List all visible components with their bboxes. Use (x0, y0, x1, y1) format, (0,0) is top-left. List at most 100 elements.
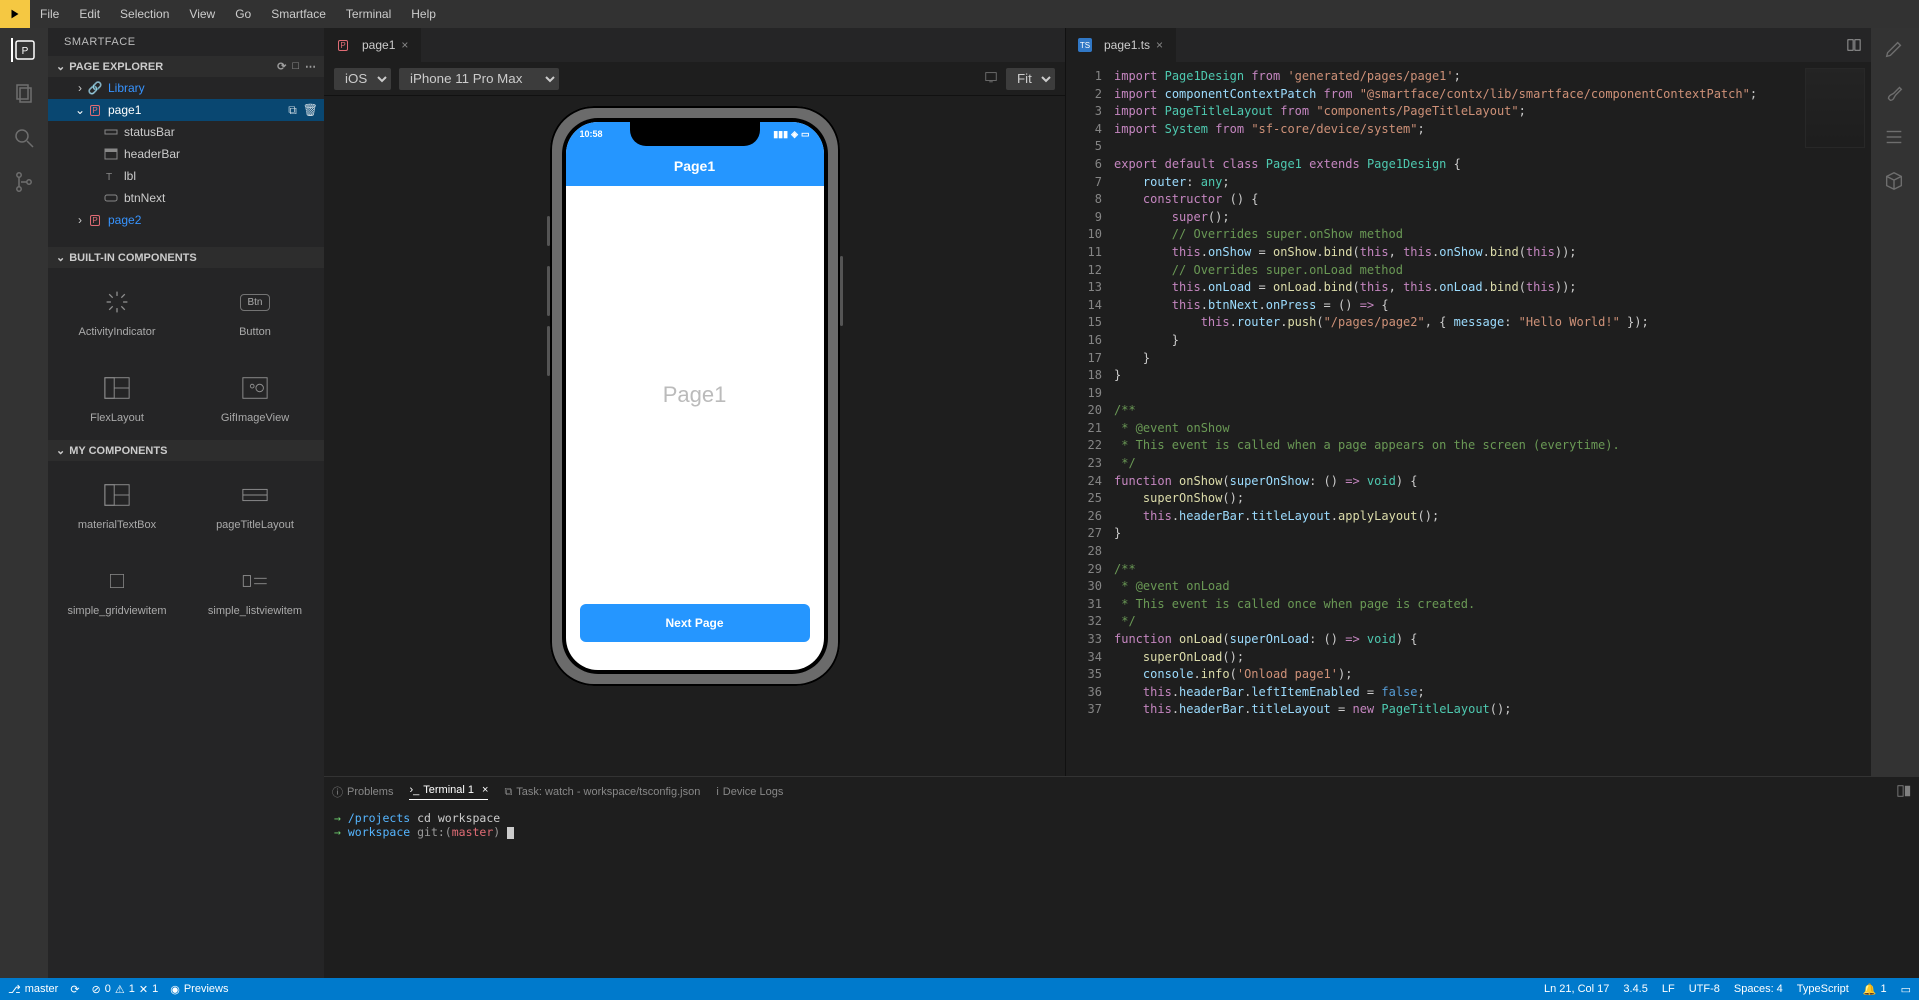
close-icon[interactable]: × (1156, 38, 1163, 52)
component-simple_listviewitem[interactable]: simple_listviewitem (186, 547, 324, 633)
split-editor-icon[interactable] (1837, 28, 1871, 62)
refresh-icon[interactable]: ⟳ (277, 60, 286, 73)
tree-item-lbl[interactable]: Tlbl (48, 165, 324, 187)
menu-smartface[interactable]: Smartface (261, 0, 336, 28)
component-icon (104, 125, 118, 139)
list-icon[interactable] (1883, 126, 1907, 150)
smartface-view-icon[interactable]: P (11, 38, 35, 62)
panel-tab-terminal[interactable]: ›_Terminal 1 × (409, 784, 488, 800)
tree-item-library[interactable]: › 🔗 Library (48, 77, 324, 99)
section-builtin-components[interactable]: ⌄ BUILT-IN COMPONENTS (48, 247, 324, 268)
sb-notifications[interactable]: 🔔1 (1863, 983, 1887, 996)
new-file-icon[interactable]: □ (292, 60, 299, 73)
section-my-components[interactable]: ⌄ MY COMPONENTS (48, 440, 324, 461)
page-icon: P (336, 38, 350, 52)
tree-item-headerBar[interactable]: headerBar (48, 143, 324, 165)
sb-layout[interactable]: ▭ (1901, 983, 1911, 996)
app-logo[interactable] (0, 0, 30, 28)
sb-position[interactable]: Ln 21, Col 17 (1544, 983, 1609, 995)
sb-indent[interactable]: Spaces: 4 (1734, 983, 1783, 995)
phone-label[interactable]: Page1 (663, 382, 727, 408)
right-activity-bar (1871, 28, 1919, 776)
menu-go[interactable]: Go (225, 0, 261, 28)
menu-terminal[interactable]: Terminal (336, 0, 401, 28)
tab-page1[interactable]: P page1 × (324, 28, 421, 62)
chevron-down-icon: ⌄ (56, 60, 65, 73)
menu-view[interactable]: View (179, 0, 225, 28)
zoom-select[interactable]: Fit (1006, 68, 1055, 90)
menu-selection[interactable]: Selection (110, 0, 179, 28)
close-icon[interactable]: × (482, 784, 488, 796)
tree-item-page2[interactable]: › P page2 (48, 209, 324, 231)
component-GifImageView[interactable]: GifImageView (186, 354, 324, 440)
edit-pencil-icon[interactable] (1883, 38, 1907, 62)
component-Button[interactable]: BtnButton (186, 268, 324, 354)
battery-icon: ▭ (801, 129, 810, 140)
sb-encoding[interactable]: UTF-8 (1689, 983, 1720, 995)
simple_listviewitem-icon (241, 563, 269, 599)
status-icons: ▮▮▮ ◈ ▭ (773, 129, 809, 140)
sb-previews[interactable]: ◉Previews (170, 983, 228, 996)
menubar: FileEditSelectionViewGoSmartfaceTerminal… (0, 0, 1919, 28)
tree-item-statusBar[interactable]: statusBar (48, 121, 324, 143)
designer-canvas[interactable]: 10:58 ▮▮▮ ◈ ▭ Page1 (324, 96, 1065, 776)
section-page-explorer[interactable]: ⌄ PAGE EXPLORER ⟳ □ ⋯ (48, 56, 324, 77)
source-control-icon[interactable] (12, 170, 36, 194)
tab-page1-ts[interactable]: TS page1.ts × (1066, 28, 1176, 62)
sb-problems[interactable]: ⊘0 ⚠1 ✕1 (92, 983, 159, 996)
component-ActivityIndicator[interactable]: ActivityIndicator (48, 268, 186, 354)
page-icon: P (88, 103, 102, 117)
chevron-right-icon: › (74, 81, 86, 95)
GifImageView-icon (241, 370, 269, 406)
maximize-panel-icon[interactable] (1897, 787, 1911, 801)
brush-icon[interactable] (1883, 82, 1907, 106)
sb-language[interactable]: TypeScript (1797, 983, 1849, 995)
menu-edit[interactable]: Edit (69, 0, 110, 28)
phone-body[interactable]: Page1 (566, 186, 824, 604)
bell-icon: 🔔 (1863, 983, 1877, 996)
component-FlexLayout[interactable]: FlexLayout (48, 354, 186, 440)
sb-eol[interactable]: LF (1662, 983, 1675, 995)
component-simple_gridviewitem[interactable]: simple_gridviewitem (48, 547, 186, 633)
sb-branch[interactable]: ⎇master (8, 983, 58, 996)
chevron-down-icon: ⌄ (56, 251, 65, 264)
search-icon[interactable] (12, 126, 36, 150)
materialTextBox-icon (103, 477, 131, 513)
tree-item-btnNext[interactable]: btnNext (48, 187, 324, 209)
editor-tabs: TS page1.ts × (1066, 28, 1871, 62)
code-editor[interactable]: 1234567891011121314151617181920212223242… (1066, 62, 1871, 776)
panel-tab-task[interactable]: ⧉Task: watch - workspace/tsconfig.json (504, 786, 700, 799)
delete-icon[interactable]: 🗑 (303, 103, 318, 118)
close-icon[interactable]: × (401, 38, 408, 52)
layout-icon: ▭ (1901, 983, 1911, 996)
sb-sync[interactable]: ⟳ (70, 983, 79, 996)
simple_gridviewitem-icon (106, 563, 128, 599)
terminal-body[interactable]: → /projects cd workspace → workspace git… (324, 807, 1919, 978)
activity-bar: P (0, 28, 48, 978)
tree-item-page1[interactable]: ⌄ P page1 ⧉ 🗑 (48, 99, 324, 121)
svg-text:T: T (106, 172, 112, 183)
menu-file[interactable]: File (30, 0, 69, 28)
panel-tab-devicelogs[interactable]: iDevice Logs (716, 786, 783, 798)
pageTitleLayout-icon (241, 477, 269, 513)
explorer-icon[interactable] (12, 82, 36, 106)
svg-text:TS: TS (1080, 41, 1090, 50)
device-select[interactable]: iPhone 11 Pro Max (399, 68, 559, 90)
status-bar: ⎇master ⟳ ⊘0 ⚠1 ✕1 ◉Previews Ln 21, Col … (0, 978, 1919, 1000)
os-select[interactable]: iOS (334, 68, 391, 90)
phone-header-bar[interactable]: Page1 (566, 146, 824, 186)
device-frame: 10:58 ▮▮▮ ◈ ▭ Page1 (550, 106, 840, 686)
component-materialTextBox[interactable]: materialTextBox (48, 461, 186, 547)
page-icon: P (88, 213, 102, 227)
preview-icon[interactable] (984, 70, 998, 87)
component-pageTitleLayout[interactable]: pageTitleLayout (186, 461, 324, 547)
copy-icon[interactable]: ⧉ (288, 103, 297, 118)
menu-help[interactable]: Help (401, 0, 446, 28)
device-notch (630, 122, 760, 146)
phone-next-button[interactable]: Next Page (580, 604, 810, 642)
more-icon[interactable]: ⋯ (305, 60, 316, 73)
cube-icon[interactable] (1883, 170, 1907, 194)
panel-tab-problems[interactable]: ⓘProblems (332, 784, 393, 800)
minimap[interactable] (1805, 68, 1865, 148)
sb-version[interactable]: 3.4.5 (1623, 983, 1647, 995)
